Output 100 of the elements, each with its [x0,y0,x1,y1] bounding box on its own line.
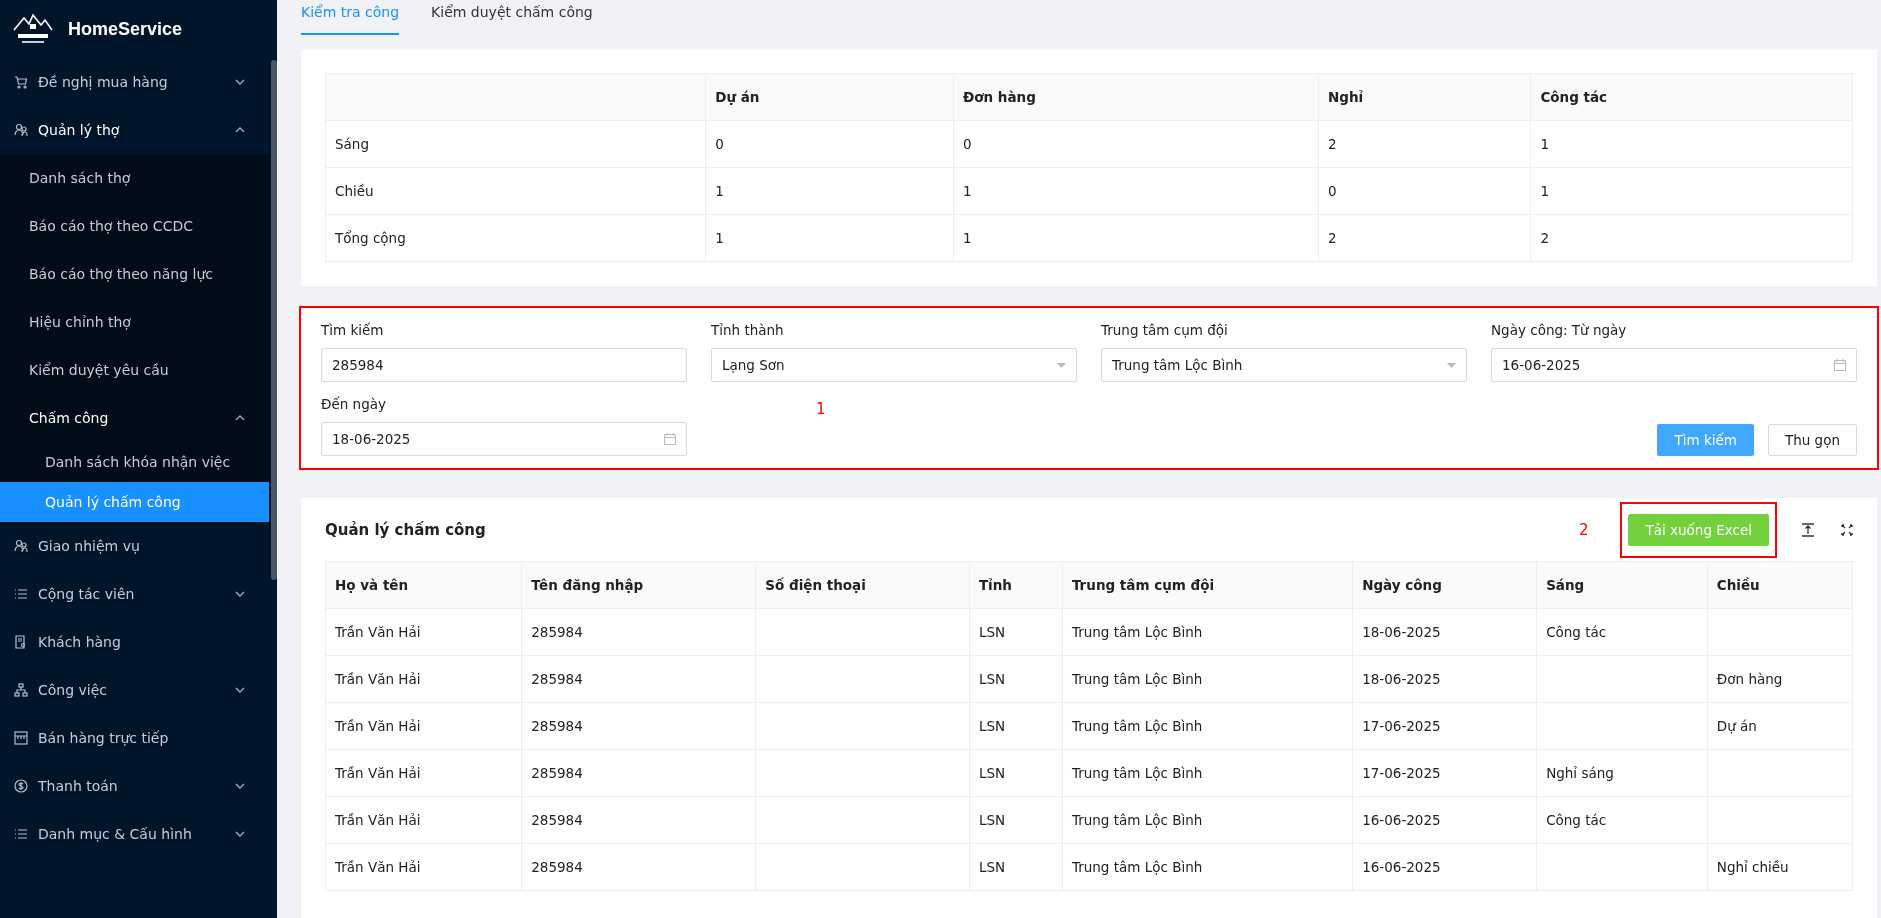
table-cell: 16-06-2025 [1362,859,1441,875]
menu-item[interactable]: Đề nghị mua hàng [0,58,269,106]
table-cell: Nghỉ sáng [1546,765,1614,781]
logo-icon [12,12,54,46]
menu-item[interactable]: Báo cáo thợ theo năng lực [0,250,269,298]
table-cell: 0 [1328,183,1337,199]
scrollbar[interactable] [271,60,277,580]
calendar-icon [664,433,676,445]
table-cell: LSN [978,624,1006,640]
chevron-icon [235,415,245,421]
table-cell: 1 [715,183,724,199]
table-cell: 285984 [531,624,583,640]
table-cell: Nghỉ chiều [1716,859,1789,875]
annotation-number: 2 [1578,520,1589,539]
table-cell: LSN [978,718,1006,734]
table-cell: Trung tâm Lộc Bình [1071,718,1203,734]
table-cell: LSN [978,812,1006,828]
column-header: Chiều [1707,561,1853,609]
collapse-button[interactable]: Thu gọn [1767,424,1857,456]
menu-item[interactable]: Kiểm duyệt yêu cầu [0,346,269,394]
menu-item[interactable]: Chấm công [0,394,269,442]
caret-icon [1057,362,1066,368]
table-cell: 16-06-2025 [1362,812,1441,828]
menu-item[interactable]: Hiệu chỉnh thợ [0,298,269,346]
table-cell: 17-06-2025 [1362,765,1441,781]
table-cell: Tổng cộng [335,230,406,246]
table-cell: 0 [715,136,724,152]
dropdown[interactable]: Trung tâm Lộc Bình [1101,348,1467,382]
shop-icon [14,731,28,745]
tab[interactable]: Kiểm duyệt chấm công [431,0,593,35]
list-icon [14,587,28,601]
table-cell: Trung tâm Lộc Bình [1071,765,1203,781]
menu-item[interactable]: Báo cáo thợ theo CCDC [0,202,269,250]
row-height-icon[interactable] [1801,522,1815,537]
field-label: Trung tâm cụm đội [1101,322,1229,338]
menu-item[interactable]: Danh sách thợ [0,154,269,202]
table-cell: Trần Văn Hải [335,859,421,875]
chevron-icon [235,687,245,693]
people-icon [14,539,28,553]
column-header: Công tác [1530,73,1853,121]
menu-item[interactable]: Giao nhiệm vụ [0,522,269,570]
column-header: Tỉnh [969,561,1063,609]
table-cell: 1 [962,230,972,246]
hierarchy-icon [14,683,28,697]
field-label: Đến ngày [321,396,387,412]
menu-item[interactable]: Cộng tác viên [0,570,269,618]
table-cell: 285984 [531,718,583,734]
table-cell: Trung tâm Lộc Bình [1071,812,1203,828]
table-cell: 17-06-2025 [1362,718,1441,734]
table-cell: Sáng [335,136,369,152]
caret-icon [1447,362,1456,368]
table-cell: LSN [978,671,1006,687]
menu-item[interactable]: Quản lý thợ [0,106,269,154]
input-field[interactable]: 285984 [321,348,687,382]
list-icon [14,827,28,841]
card-title: Quản lý chấm công [325,520,487,539]
table-cell: Công tác [1546,624,1607,640]
chevron-icon [235,783,245,789]
table-cell: 2 [1328,230,1337,246]
table-cell: Trần Văn Hải [335,765,421,781]
column-header: Nghỉ [1318,73,1531,121]
table-cell: 1 [962,183,972,199]
table-cell: Dự án [1716,718,1757,734]
table-cell: 1 [1540,183,1549,199]
menu-item[interactable]: Bán hàng trực tiếp [0,714,269,762]
table-cell: 285984 [531,859,583,875]
table-cell: 2 [1328,136,1337,152]
table-cell: Trần Văn Hải [335,718,421,734]
column-header: Họ và tên [325,561,522,609]
table-cell: Trần Văn Hải [335,812,421,828]
menu-item[interactable]: Công việc [0,666,269,714]
table-cell: Trung tâm Lộc Bình [1071,859,1203,875]
document-icon [14,635,28,649]
field-label: Ngày công: Từ ngày [1491,322,1628,338]
table-cell: LSN [978,859,1006,875]
table-cell: LSN [978,765,1006,781]
column-header: Ngày công [1352,561,1537,609]
chevron-icon [235,831,245,837]
menu-item[interactable]: Danh mục & Cấu hình [0,810,269,858]
column-header: Dự án [705,73,954,121]
calendar-icon [1834,359,1846,371]
menu-item[interactable]: Thanh toán [0,762,269,810]
dropdown[interactable]: Lạng Sơn [711,348,1077,382]
column-header: Tên đăng nhập [521,561,756,609]
chevron-icon [235,127,245,133]
table-cell: 285984 [531,765,583,781]
table-cell: Trần Văn Hải [335,671,421,687]
table-cell: Công tác [1546,812,1607,828]
annotation-number: 1 [816,400,826,418]
table-cell: 18-06-2025 [1362,671,1441,687]
menu-item[interactable]: Danh sách khóa nhận việc [0,442,269,482]
menu-item[interactable]: Khách hàng [0,618,269,666]
dollar-icon [14,779,28,793]
table-cell: Trung tâm Lộc Bình [1071,624,1203,640]
date-field[interactable]: 18-06-2025 [321,422,687,456]
people-icon [14,123,28,137]
date-field[interactable]: 16-06-2025 [1491,348,1857,382]
chevron-icon [235,79,245,85]
fullscreen-icon[interactable] [1841,523,1853,536]
field-label: Tìm kiếm [321,322,385,338]
